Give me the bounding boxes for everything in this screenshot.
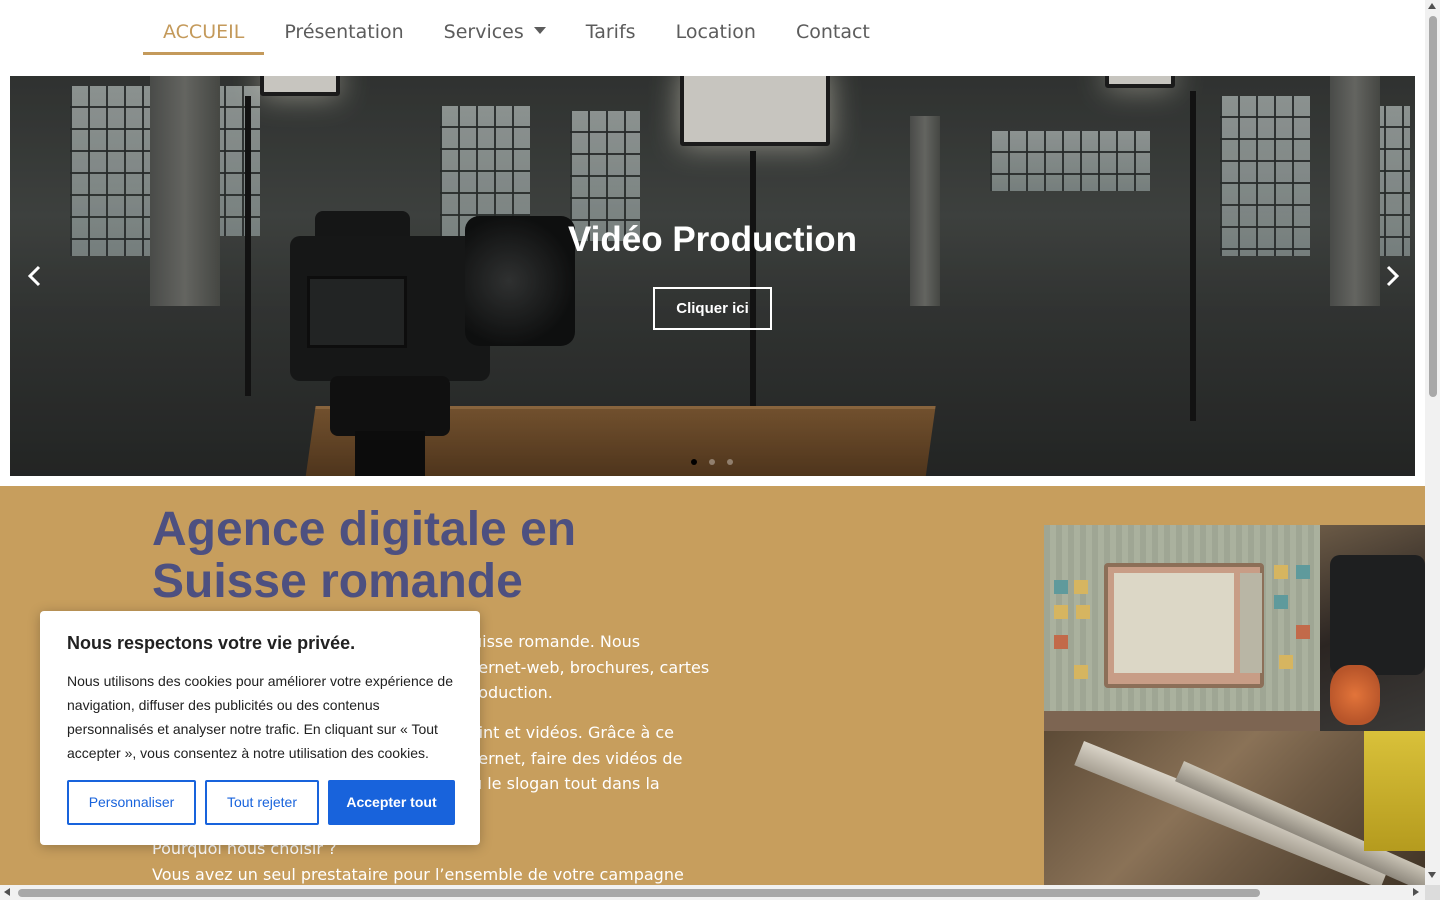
- section-spacer: [0, 476, 1425, 486]
- scrollbar-thumb[interactable]: [1429, 16, 1437, 397]
- caret-down-icon: [533, 27, 546, 34]
- section-title: Agence digitale en Suisse romande: [152, 503, 577, 608]
- chevron-right-icon[interactable]: [1381, 264, 1403, 288]
- nav-item-label: Présentation: [284, 21, 404, 43]
- slider-dot[interactable]: [691, 459, 697, 465]
- vertical-scrollbar[interactable]: [1425, 0, 1440, 885]
- slider-pagination: [691, 459, 733, 465]
- nav-item-label: Location: [675, 21, 756, 43]
- slider-dot[interactable]: [727, 459, 733, 465]
- scrollbar-thumb[interactable]: [18, 889, 1260, 897]
- scroll-left-arrow-icon[interactable]: [4, 888, 10, 896]
- nav-item-tarifs[interactable]: Tarifs: [566, 12, 656, 55]
- nav-item-location[interactable]: Location: [656, 12, 776, 55]
- nav-item-label: Services: [443, 21, 524, 43]
- chevron-left-icon[interactable]: [24, 264, 46, 288]
- customize-cookies-button[interactable]: Personnaliser: [67, 780, 196, 825]
- slider-dot[interactable]: [709, 459, 715, 465]
- nav-item-services[interactable]: Services: [424, 12, 566, 55]
- hero-title: Vidéo Production: [567, 220, 858, 259]
- scroll-down-arrow-icon[interactable]: [1428, 872, 1436, 878]
- cookie-consent-banner: Nous respectons votre vie privée. Nous u…: [40, 611, 480, 845]
- cookie-title: Nous respectons votre vie privée.: [67, 633, 356, 653]
- nav-item-presentation[interactable]: Présentation: [264, 12, 423, 55]
- main-navigation: ACCUEIL Présentation Services Tarifs Loc…: [0, 0, 1425, 76]
- nav-item-label: Tarifs: [585, 21, 636, 43]
- scroll-right-arrow-icon[interactable]: [1413, 888, 1419, 896]
- nav-item-accueil[interactable]: ACCUEIL: [143, 12, 265, 55]
- cookie-text: Nous utilisons des cookies pour améliore…: [67, 673, 453, 761]
- why-choose-text: Vous avez un seul prestataire pour l’ens…: [152, 865, 684, 884]
- horizontal-scrollbar[interactable]: [0, 885, 1425, 900]
- hero-slider: Vidéo Production Cliquer ici: [10, 76, 1415, 476]
- hero-overlay: [10, 76, 1415, 476]
- services-collage-image: [1044, 525, 1425, 886]
- nav-item-label: ACCUEIL: [163, 21, 245, 43]
- reject-all-cookies-button[interactable]: Tout rejeter: [205, 780, 319, 825]
- nav-item-contact[interactable]: Contact: [776, 12, 890, 55]
- nav-item-label: Contact: [795, 21, 870, 43]
- cookie-buttons: Personnaliser Tout rejeter Accepter tout: [67, 780, 455, 825]
- hero-cta-button[interactable]: Cliquer ici: [653, 287, 772, 330]
- scroll-up-arrow-icon[interactable]: [1428, 3, 1436, 9]
- accept-all-cookies-button[interactable]: Accepter tout: [328, 780, 455, 825]
- scrollbar-corner: [1425, 885, 1440, 900]
- nav-menu: ACCUEIL Présentation Services Tarifs Loc…: [143, 12, 890, 55]
